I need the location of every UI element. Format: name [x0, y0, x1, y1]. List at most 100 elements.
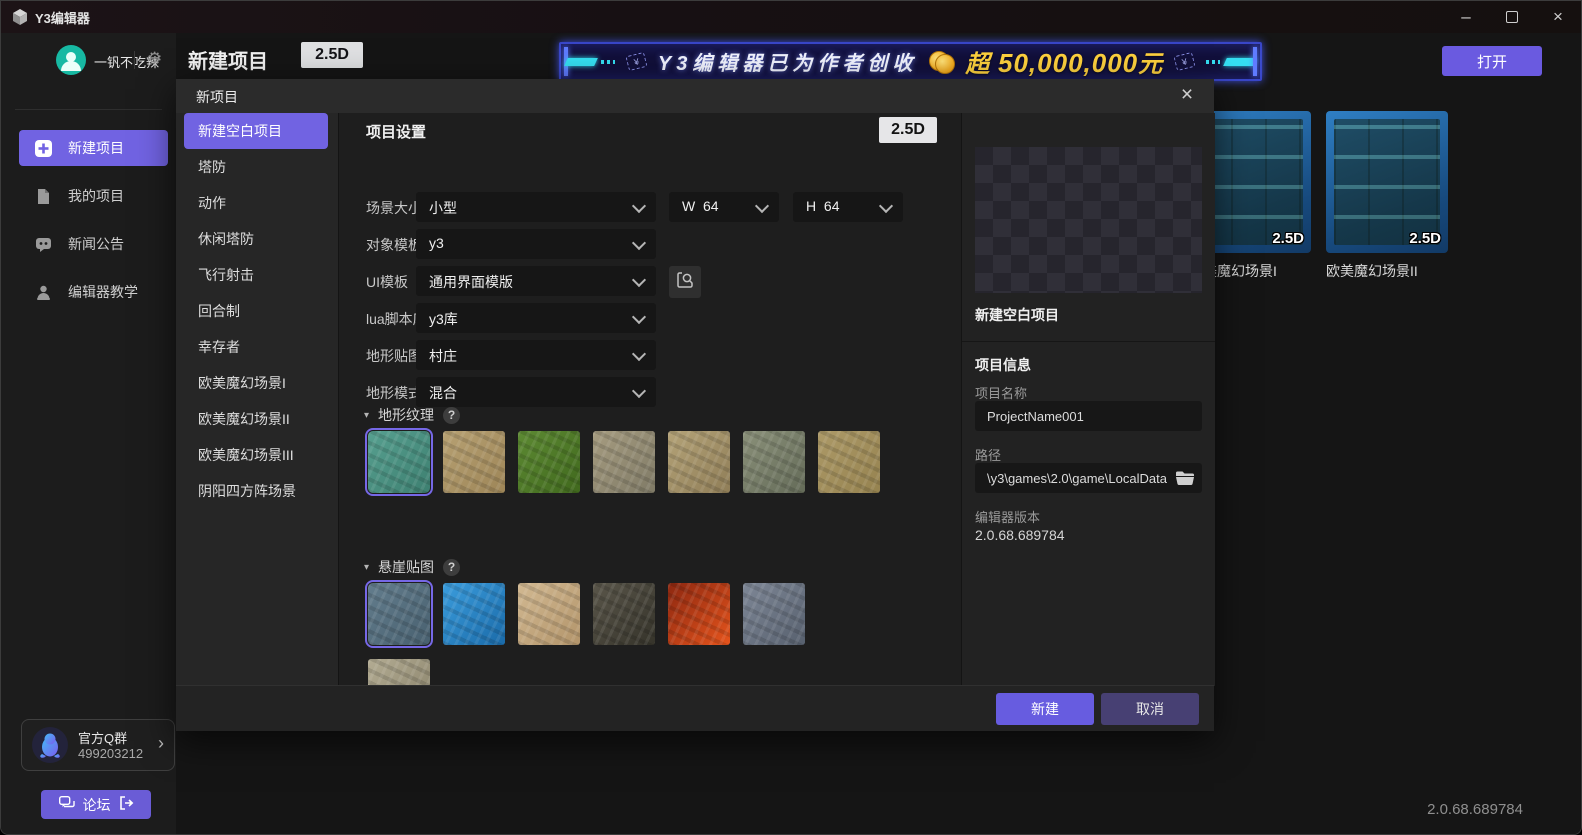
collapse-caret-icon[interactable]: ▾	[364, 410, 369, 421]
new-project-dialog: 新项目 × 新建空白项目塔防动作休闲塔防飞行射击回合制幸存者欧美魔幻场景I欧美魔…	[176, 79, 1214, 731]
cancel-button[interactable]: 取消	[1101, 693, 1199, 725]
object-template-select[interactable]: y3	[416, 229, 656, 259]
create-button[interactable]: 新建	[996, 693, 1094, 725]
help-icon[interactable]: ?	[443, 407, 460, 424]
card-mode-badge: 2.5D	[1409, 230, 1441, 247]
template-preview-checkerboard	[975, 147, 1202, 293]
texture-tile-stone-path[interactable]	[668, 431, 730, 493]
field-row-lua-library: lua脚本库 y3库	[339, 303, 961, 333]
minimize-button[interactable]: –	[1443, 1, 1489, 33]
terrain-mode-select[interactable]: 混合	[416, 377, 656, 407]
scene-size-select[interactable]: 小型	[416, 192, 656, 222]
field-label: UI模板	[366, 272, 408, 292]
template-list-item[interactable]: 塔防	[184, 149, 328, 185]
template-list-item[interactable]: 欧美魔幻场景III	[184, 437, 328, 473]
lua-library-select[interactable]: y3库	[416, 303, 656, 333]
template-list-item[interactable]: 幸存者	[184, 329, 328, 365]
cliff-texture-section: ▾ 悬崖贴图 ?	[364, 557, 460, 577]
path-input[interactable]	[975, 463, 1202, 493]
avatar[interactable]	[56, 45, 86, 75]
field-label: 地形贴图	[366, 346, 422, 366]
folder-browse-icon[interactable]	[1174, 469, 1196, 487]
sidebar-item-news[interactable]: 新闻公告	[19, 226, 168, 262]
template-thumbnail: 2.5D	[1326, 111, 1448, 253]
field-row-terrain-texture: 地形贴图 村庄	[339, 340, 961, 370]
select-value: 村庄	[429, 346, 457, 366]
template-list-item[interactable]: 休闲塔防	[184, 221, 328, 257]
project-name-input[interactable]	[975, 401, 1202, 431]
gear-icon[interactable]: ⚙	[147, 49, 162, 69]
banner-decoration-right	[1206, 58, 1255, 66]
height-select[interactable]: H 64	[793, 192, 903, 222]
template-list-item[interactable]: 回合制	[184, 293, 328, 329]
banner-decoration-left	[566, 58, 615, 66]
field-label: 场景大小	[366, 198, 422, 218]
teacher-icon	[35, 284, 52, 301]
divider	[15, 109, 162, 110]
close-button[interactable]: ×	[1535, 1, 1581, 33]
template-list-item[interactable]: 动作	[184, 185, 328, 221]
texture-tile-teal-grass[interactable]	[368, 431, 430, 493]
terrain-texture-select[interactable]: 村庄	[416, 340, 656, 370]
project-settings-panel: 项目设置 2.5D 场景大小 小型 W 64 H 64 对象模板	[339, 113, 961, 686]
template-list-item[interactable]: 阴阳四方阵场景	[184, 473, 328, 509]
help-icon[interactable]: ?	[443, 559, 460, 576]
template-card[interactable]: 2.5D 欧美魔幻场景II	[1326, 111, 1448, 281]
banner-text: Y3编辑器已为作者创收	[658, 47, 917, 76]
card-label: 欧美魔幻场景II	[1326, 261, 1448, 281]
project-info-panel: 新建空白项目 项目信息 项目名称 路径 编辑器版本 2.0.68.689784	[961, 113, 1215, 686]
texture-tile-blue-crystal-rock[interactable]	[443, 583, 505, 645]
maximize-icon	[1506, 11, 1518, 23]
chevron-down-icon	[632, 236, 646, 250]
select-value: y3	[429, 235, 444, 251]
forum-button[interactable]: 论坛	[41, 790, 151, 819]
dialog-title: 新项目	[196, 87, 238, 107]
ui-template-select[interactable]: 通用界面模版	[416, 266, 656, 296]
template-list-item[interactable]: 飞行射击	[184, 257, 328, 293]
template-list-item[interactable]: 欧美魔幻场景I	[184, 365, 328, 401]
texture-tile-green-grass[interactable]	[518, 431, 580, 493]
chevron-down-icon	[755, 199, 769, 213]
logout-icon	[119, 796, 134, 813]
template-list-item[interactable]: 欧美魔幻场景II	[184, 401, 328, 437]
forum-label: 论坛	[83, 795, 111, 815]
texture-tile-dark-rock[interactable]	[593, 583, 655, 645]
open-project-button[interactable]: 打开	[1442, 46, 1542, 76]
ui-template-preview-button[interactable]	[669, 266, 701, 298]
collapse-caret-icon[interactable]: ▾	[364, 562, 369, 573]
section-label: 地形纹理	[378, 405, 434, 425]
texture-tile-grey-blue-rock[interactable]	[368, 583, 430, 645]
select-value: y3库	[429, 309, 458, 329]
chevron-down-icon	[632, 347, 646, 361]
texture-tile-cobblestone[interactable]	[743, 583, 805, 645]
texture-tile-mossy-bricks[interactable]	[743, 431, 805, 493]
template-list: 新建空白项目塔防动作休闲塔防飞行射击回合制幸存者欧美魔幻场景I欧美魔幻场景II欧…	[176, 113, 339, 686]
texture-tile-stone-slabs[interactable]	[593, 431, 655, 493]
sidebar-item-tutorials[interactable]: 编辑器教学	[19, 274, 168, 310]
qq-group-box[interactable]: 官方Q群 499203212 ›	[21, 719, 175, 771]
chevron-down-icon	[632, 273, 646, 287]
sidebar-item-my-projects[interactable]: 我的项目	[19, 178, 168, 214]
window-titlebar: Y3编辑器 – ×	[1, 1, 1581, 33]
editor-version-value: 2.0.68.689784	[975, 527, 1065, 543]
document-icon	[35, 188, 52, 205]
dialog-close-button[interactable]: ×	[1174, 82, 1200, 108]
sidebar-item-new-project[interactable]: 新建项目	[19, 130, 168, 166]
texture-tile-sandy-soil[interactable]	[443, 431, 505, 493]
chat-bubble-icon	[35, 236, 52, 253]
project-name-label: 项目名称	[975, 383, 1027, 402]
coins-icon	[929, 51, 953, 73]
template-list-item[interactable]: 新建空白项目	[184, 113, 328, 149]
promo-banner[interactable]: ¥ Y3编辑器已为作者创收 超 50,000,000元 ¥	[559, 42, 1262, 81]
maximize-button[interactable]	[1489, 1, 1535, 33]
sidebar-item-label: 我的项目	[68, 186, 124, 206]
texture-tile-bare-dirt[interactable]	[818, 431, 880, 493]
width-select[interactable]: W 64	[669, 192, 779, 222]
texture-tile-sandstone-cliff[interactable]	[518, 583, 580, 645]
texture-tile-lava-rock[interactable]	[668, 583, 730, 645]
select-value: 通用界面模版	[429, 272, 513, 292]
banner-amount: 超 50,000,000元	[965, 44, 1163, 79]
field-label: 对象模板	[366, 235, 422, 255]
editor-version-label: 编辑器版本	[975, 507, 1040, 526]
user-row: 一钒不吃辣 ⚙	[1, 43, 176, 87]
